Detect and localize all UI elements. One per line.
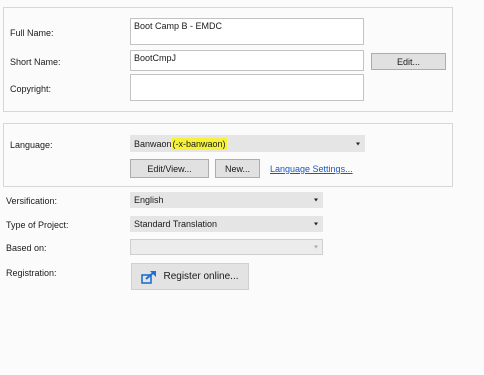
register-arrow-icon bbox=[141, 270, 157, 284]
language-label: Language: bbox=[10, 140, 53, 150]
register-online-button[interactable]: Register online... bbox=[131, 263, 249, 290]
copyright-label: Copyright: bbox=[10, 84, 52, 94]
versification-label: Versification: bbox=[6, 196, 58, 206]
edit-view-language-button[interactable]: Edit/View... bbox=[130, 159, 209, 178]
based-on-select[interactable] bbox=[130, 239, 323, 255]
language-settings-link[interactable]: Language Settings... bbox=[270, 164, 353, 174]
full-name-field[interactable]: Boot Camp B - EMDC bbox=[130, 18, 364, 45]
edit-short-name-button[interactable]: Edit... bbox=[371, 53, 446, 70]
new-language-button[interactable]: New... bbox=[215, 159, 260, 178]
language-code-highlight: (-x-banwaon) bbox=[171, 137, 227, 150]
short-name-field[interactable]: BootCmpJ bbox=[130, 50, 364, 71]
project-type-value: Standard Translation bbox=[134, 219, 218, 229]
full-name-label: Full Name: bbox=[10, 28, 54, 38]
chevron-down-icon bbox=[356, 142, 360, 145]
versification-select[interactable]: English bbox=[130, 192, 323, 208]
chevron-down-icon bbox=[314, 222, 318, 226]
project-type-select[interactable]: Standard Translation bbox=[130, 216, 323, 232]
based-on-label: Based on: bbox=[6, 243, 47, 253]
short-name-label: Short Name: bbox=[10, 57, 61, 67]
language-name: Banwaon bbox=[134, 138, 172, 149]
versification-value: English bbox=[134, 195, 164, 205]
register-online-label: Register online... bbox=[163, 271, 239, 282]
language-select[interactable]: Banwaon (-x-banwaon) bbox=[130, 135, 365, 152]
chevron-down-icon bbox=[314, 245, 318, 249]
copyright-field[interactable] bbox=[130, 74, 364, 101]
chevron-down-icon bbox=[314, 198, 318, 202]
project-type-label: Type of Project: bbox=[6, 220, 69, 230]
registration-label: Registration: bbox=[6, 268, 57, 278]
